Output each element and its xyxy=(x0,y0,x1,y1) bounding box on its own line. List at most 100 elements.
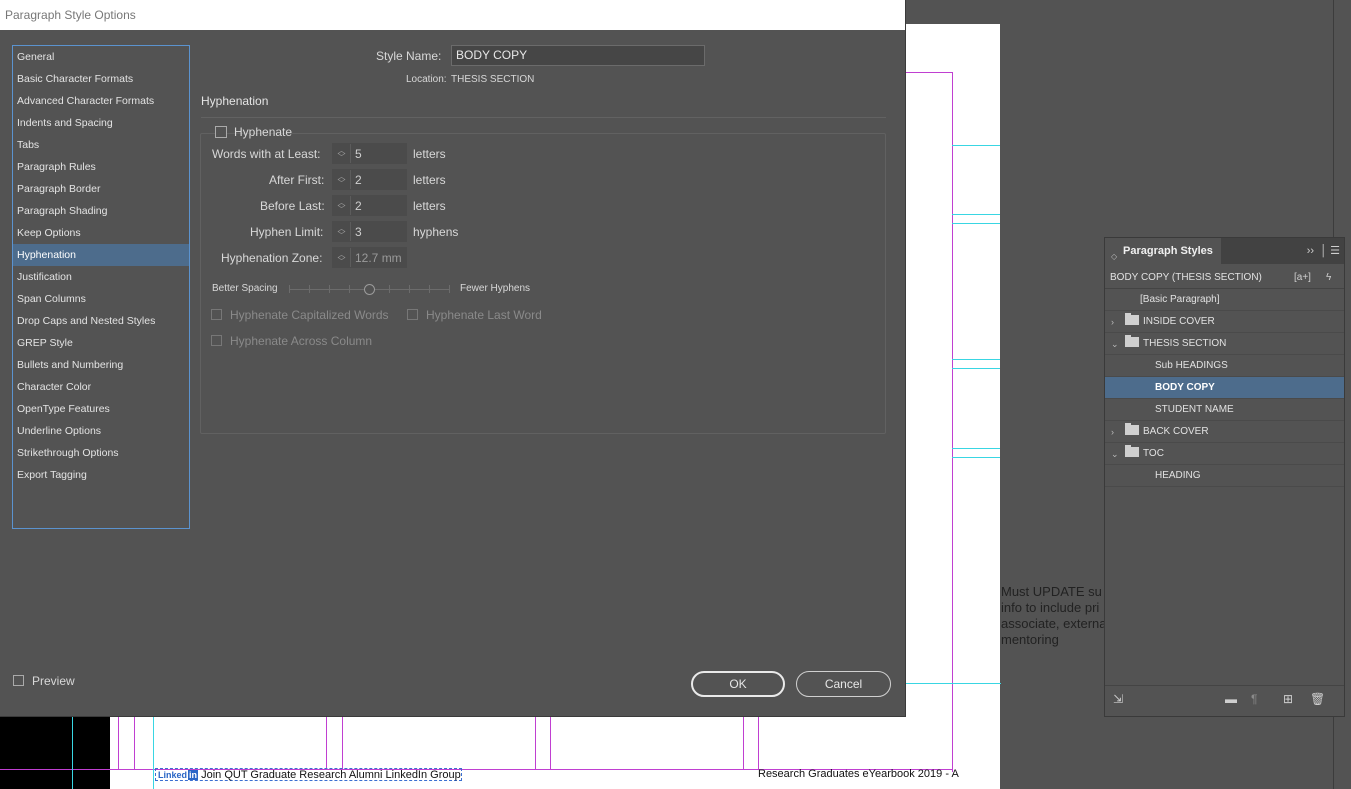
slider-tick xyxy=(449,285,450,293)
after-first-stepper[interactable]: ︿ ﹀ 2 xyxy=(332,169,407,190)
category-item[interactable]: Paragraph Shading xyxy=(13,200,189,222)
hyphen-limit-value[interactable]: 3 xyxy=(351,225,362,239)
before-last-stepper[interactable]: ︿ ﹀ 2 xyxy=(332,195,407,216)
delete-icon[interactable]: 🗑 xyxy=(1310,693,1325,705)
guide-line xyxy=(153,717,154,789)
slider-tick xyxy=(309,285,310,293)
style-name-input[interactable]: BODY COPY xyxy=(451,45,705,66)
spacing-slider-handle[interactable] xyxy=(364,284,375,295)
hyphenate-label[interactable]: Hyphenate xyxy=(234,125,292,139)
last-word-label[interactable]: Hyphenate Last Word xyxy=(426,308,542,322)
style-row[interactable]: HEADING xyxy=(1105,465,1344,487)
across-column-label[interactable]: Hyphenate Across Column xyxy=(230,334,372,348)
panel-menu-icon[interactable]: ☰ xyxy=(1330,245,1340,257)
new-style-icon[interactable]: ⊞ xyxy=(1283,693,1293,705)
guide-line xyxy=(952,145,1000,146)
category-item[interactable]: Span Columns xyxy=(13,288,189,310)
clear-overrides-icon[interactable]: ¶ xyxy=(1251,693,1257,705)
category-item[interactable]: Bullets and Numbering xyxy=(13,354,189,376)
style-row[interactable]: Sub HEADINGS xyxy=(1105,355,1344,377)
folder-icon xyxy=(1125,335,1139,348)
capitalized-words-label[interactable]: Hyphenate Capitalized Words xyxy=(230,308,389,322)
style-row[interactable]: [Basic Paragraph] xyxy=(1105,289,1344,311)
category-item[interactable]: Export Tagging xyxy=(13,464,189,486)
margin-guide xyxy=(952,72,953,772)
dialog-title[interactable]: Paragraph Style Options xyxy=(0,0,905,30)
fewer-hyphens-label: Fewer Hyphens xyxy=(460,283,531,294)
stepper-arrows-icon[interactable]: ︿ ﹀ xyxy=(333,144,351,163)
guide-line xyxy=(952,223,1000,224)
yearbook-footer[interactable]: Research Graduates eYearbook 2019 - A xyxy=(758,768,959,780)
linkedin-footer[interactable]: Linked in Join QUT Graduate Research Alum… xyxy=(155,768,462,781)
category-item[interactable]: Paragraph Border xyxy=(13,178,189,200)
category-item[interactable]: Drop Caps and Nested Styles xyxy=(13,310,189,332)
category-item[interactable]: OpenType Features xyxy=(13,398,189,420)
stepper-arrows-icon[interactable]: ︿ ﹀ xyxy=(333,248,351,267)
hyphenation-zone-value[interactable]: 12.7 mm xyxy=(351,251,402,265)
category-item[interactable]: GREP Style xyxy=(13,332,189,354)
preview-label[interactable]: Preview xyxy=(32,674,75,688)
guide-line xyxy=(952,457,1000,458)
guide-line xyxy=(952,359,1000,360)
category-item[interactable]: Strikethrough Options xyxy=(13,442,189,464)
style-group-row[interactable]: › BACK COVER xyxy=(1105,421,1344,443)
new-group-icon[interactable]: ▬ xyxy=(1225,693,1237,705)
hyphenation-zone-stepper[interactable]: ︿ ﹀ 12.7 mm xyxy=(332,247,407,268)
guide-line xyxy=(952,214,1000,215)
category-item[interactable]: Paragraph Rules xyxy=(13,156,189,178)
panel-menu-icons[interactable]: ›› │ ☰ xyxy=(1307,238,1340,264)
stepper-arrows-icon[interactable]: ︿ ﹀ xyxy=(333,222,351,241)
preview-checkbox[interactable] xyxy=(13,675,24,686)
create-new-style-icon[interactable]: [a+] xyxy=(1294,267,1311,289)
margin-guide xyxy=(134,717,135,769)
location-value: THESIS SECTION xyxy=(451,74,535,85)
category-item[interactable]: General xyxy=(13,46,189,68)
chevron-down-icon[interactable]: ⌄ xyxy=(1111,333,1119,355)
margin-guide xyxy=(550,717,551,769)
note-line[interactable]: info to include pri xyxy=(1001,600,1099,616)
style-row[interactable]: BODY COPY xyxy=(1105,377,1344,399)
note-line[interactable]: mentoring xyxy=(1001,632,1059,648)
slider-tick xyxy=(389,285,390,293)
category-item[interactable]: Advanced Character Formats xyxy=(13,90,189,112)
slider-tick xyxy=(289,285,290,293)
stepper-arrows-icon[interactable]: ︿ ﹀ xyxy=(333,170,351,189)
style-group-row[interactable]: ⌄ TOC xyxy=(1105,443,1344,465)
capitalized-words-checkbox[interactable] xyxy=(211,309,222,320)
lightning-icon[interactable]: ϟ xyxy=(1326,267,1331,289)
last-word-checkbox[interactable] xyxy=(407,309,418,320)
across-column-checkbox[interactable] xyxy=(211,335,222,346)
style-group-row[interactable]: › INSIDE COVER xyxy=(1105,311,1344,333)
category-item[interactable]: Justification xyxy=(13,266,189,288)
category-item[interactable]: Hyphenation xyxy=(13,244,189,266)
cancel-button[interactable]: Cancel xyxy=(796,671,891,697)
category-item[interactable]: Underline Options xyxy=(13,420,189,442)
location-label: Location: xyxy=(406,74,447,85)
hyphenate-checkbox[interactable] xyxy=(215,126,227,138)
category-item[interactable]: Basic Character Formats xyxy=(13,68,189,90)
note-line[interactable]: Must UPDATE su xyxy=(1001,584,1102,600)
category-item[interactable]: Tabs xyxy=(13,134,189,156)
chevron-down-icon[interactable]: ⌄ xyxy=(1111,443,1119,465)
after-first-value[interactable]: 2 xyxy=(351,173,362,187)
expand-panel-icon[interactable]: ›› xyxy=(1307,245,1314,257)
before-last-value[interactable]: 2 xyxy=(351,199,362,213)
words-value[interactable]: 5 xyxy=(351,147,362,161)
ok-button[interactable]: OK xyxy=(691,671,785,697)
words-stepper[interactable]: ︿ ﹀ 5 xyxy=(332,143,407,164)
chevron-right-icon[interactable]: › xyxy=(1111,311,1114,333)
load-styles-icon[interactable]: ⇲ xyxy=(1113,693,1123,705)
guide-line xyxy=(952,448,1000,449)
note-line[interactable]: associate, externa xyxy=(1001,616,1107,632)
style-group-row[interactable]: ⌄ THESIS SECTION xyxy=(1105,333,1344,355)
chevron-right-icon[interactable]: › xyxy=(1111,421,1114,443)
category-item[interactable]: Character Color xyxy=(13,376,189,398)
stepper-arrows-icon[interactable]: ︿ ﹀ xyxy=(333,196,351,215)
hyphen-limit-stepper[interactable]: ︿ ﹀ 3 xyxy=(332,221,407,242)
tab-paragraph-styles[interactable]: ◇ Paragraph Styles xyxy=(1105,238,1221,264)
margin-guide xyxy=(326,717,327,769)
category-list[interactable]: General Basic Character Formats Advanced C… xyxy=(12,45,190,529)
category-item[interactable]: Keep Options xyxy=(13,222,189,244)
style-row[interactable]: STUDENT NAME xyxy=(1105,399,1344,421)
category-item[interactable]: Indents and Spacing xyxy=(13,112,189,134)
